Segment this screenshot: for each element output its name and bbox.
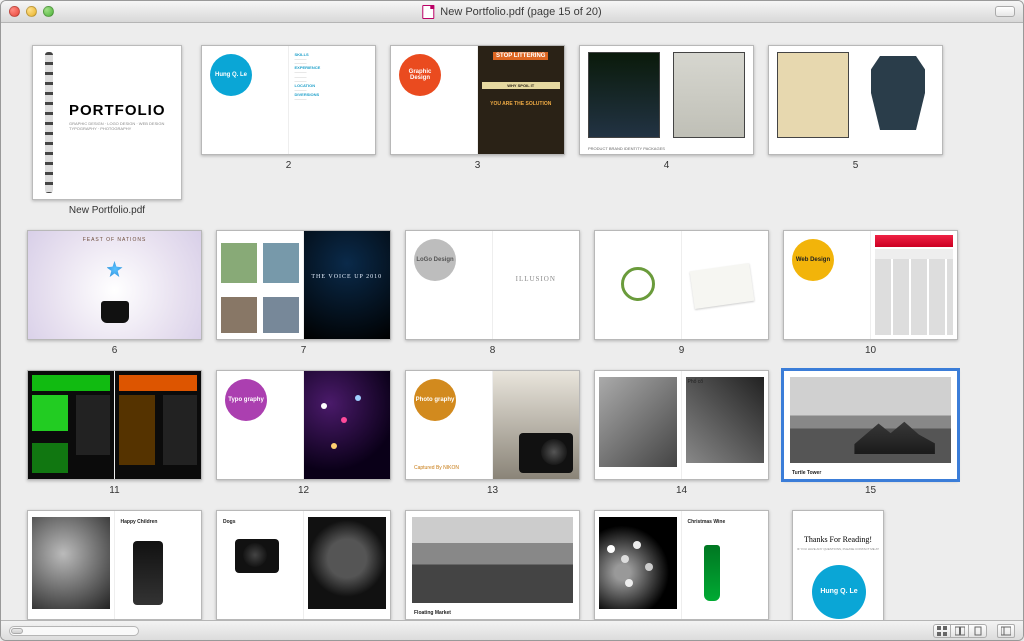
page-thumb-7[interactable]: THE VOICE UP 2010 7: [216, 230, 391, 356]
heading: FEAST OF NATIONS: [28, 237, 201, 243]
author-badge: Hung Q. Le: [210, 54, 252, 96]
page-thumb-2[interactable]: Hung Q. Le SKILLS ———————— EXPERIENCE ——…: [201, 45, 376, 216]
caption: Floating Market: [414, 610, 451, 616]
spiral-binding-icon: [45, 52, 53, 193]
preview-window: New Portfolio.pdf (page 15 of 20) PORTFO…: [0, 0, 1024, 641]
caption: Phố cổ: [688, 379, 704, 385]
page-number: 9: [679, 345, 685, 356]
logo-text: ILLUSION: [493, 275, 580, 283]
bottle-icon: [704, 545, 720, 601]
view-mode-thumbnails-button[interactable]: [933, 624, 951, 638]
page-number: 3: [475, 160, 481, 171]
lens-icon: [133, 541, 163, 605]
zoom-button[interactable]: [43, 6, 54, 17]
cover-title: PORTFOLIO: [69, 102, 173, 119]
traffic-lights: [9, 6, 54, 17]
pdf-icon: [422, 5, 434, 19]
page-thumb-14[interactable]: Phố cổ 14: [594, 370, 769, 496]
page-thumb-19[interactable]: Christmas Wine 19: [594, 510, 769, 620]
page-number: 10: [865, 345, 876, 356]
page-thumb-10[interactable]: Web Design 10: [783, 230, 958, 356]
view-mode-two-page-button[interactable]: [951, 624, 969, 638]
section-badge: Graphic Design: [399, 54, 441, 96]
view-mode-single-page-button[interactable]: [969, 624, 987, 638]
page-thumb-16[interactable]: Happy Children 16: [27, 510, 202, 620]
page-number: 11: [109, 485, 119, 496]
toolbar-toggle-button[interactable]: [995, 6, 1015, 17]
section-badge: Typo graphy: [225, 379, 267, 421]
page-thumb-20[interactable]: Thanks For Reading! IF YOU HAVE ANY QUES…: [783, 510, 893, 620]
caption: Dogs: [223, 519, 236, 525]
titlebar: New Portfolio.pdf (page 15 of 20): [1, 1, 1023, 23]
zoom-slider[interactable]: [9, 626, 139, 636]
page-filename: New Portfolio.pdf: [69, 205, 145, 216]
page-number: 13: [487, 485, 498, 496]
minimize-button[interactable]: [26, 6, 37, 17]
page-number: 14: [676, 485, 687, 496]
page-thumb-13[interactable]: Photo graphy Captured By NIKON 13: [405, 370, 580, 496]
page-number: 6: [112, 345, 118, 356]
page-number: 8: [490, 345, 496, 356]
page-number: 4: [664, 160, 670, 171]
page-number: 12: [298, 485, 309, 496]
page-thumb-6[interactable]: FEAST OF NATIONS 6: [27, 230, 202, 356]
page-thumb-4[interactable]: PRODUCT BRAND IDENTITY PACKAGES 4: [579, 45, 754, 216]
poster-title: THE VOICE UP 2010: [304, 274, 391, 280]
section-badge: Web Design: [792, 239, 834, 281]
page-number: 7: [301, 345, 307, 356]
page-number: 2: [286, 160, 292, 171]
page-thumb-1[interactable]: PORTFOLIO GRAPHIC DESIGN · LOGO DESIGN ·…: [27, 45, 187, 216]
page-thumb-15[interactable]: Turtle Tower 15: [783, 370, 958, 496]
page-thumb-9[interactable]: 9: [594, 230, 769, 356]
page-number: 5: [853, 160, 859, 171]
closing-heading: Thanks For Reading!: [793, 535, 883, 544]
title-text: New Portfolio.pdf (page 15 of 20): [440, 6, 601, 18]
camera-icon: [519, 433, 573, 473]
window-title: New Portfolio.pdf (page 15 of 20): [422, 5, 601, 19]
author-badge: Hung Q. Le: [812, 565, 866, 619]
page-number: 15: [865, 485, 876, 496]
page-thumb-3[interactable]: Graphic Design STOP LITTERING WHY SPOIL …: [390, 45, 565, 216]
page-thumb-11[interactable]: 11: [27, 370, 202, 496]
contact-sheet[interactable]: PORTFOLIO GRAPHIC DESIGN · LOGO DESIGN ·…: [1, 23, 1023, 620]
close-button[interactable]: [9, 6, 20, 17]
caption: Happy Children: [121, 519, 158, 525]
closing-sub: IF YOU HAVE ANY QUESTIONS, PLEASE CONTAC…: [793, 547, 883, 551]
page-thumb-5[interactable]: 5: [768, 45, 943, 216]
page-thumb-18[interactable]: Floating Market 18: [405, 510, 580, 620]
page-thumb-8[interactable]: LoGo Design ILLUSION 8: [405, 230, 580, 356]
page-thumb-17[interactable]: Dogs 17: [216, 510, 391, 620]
page-thumb-12[interactable]: Typo graphy 12: [216, 370, 391, 496]
section-badge: Photo graphy: [414, 379, 456, 421]
caption: Captured By NIKON: [414, 465, 459, 471]
caption: Christmas Wine: [688, 519, 726, 525]
cover-subtitle: GRAPHIC DESIGN · LOGO DESIGN · WEB DESIG…: [69, 121, 173, 131]
caption: Turtle Tower: [792, 470, 821, 476]
camera-icon: [235, 539, 279, 573]
section-badge: LoGo Design: [414, 239, 456, 281]
statusbar: [1, 620, 1023, 640]
hat-icon: [101, 301, 129, 323]
sidebar-toggle-button[interactable]: [997, 624, 1015, 638]
